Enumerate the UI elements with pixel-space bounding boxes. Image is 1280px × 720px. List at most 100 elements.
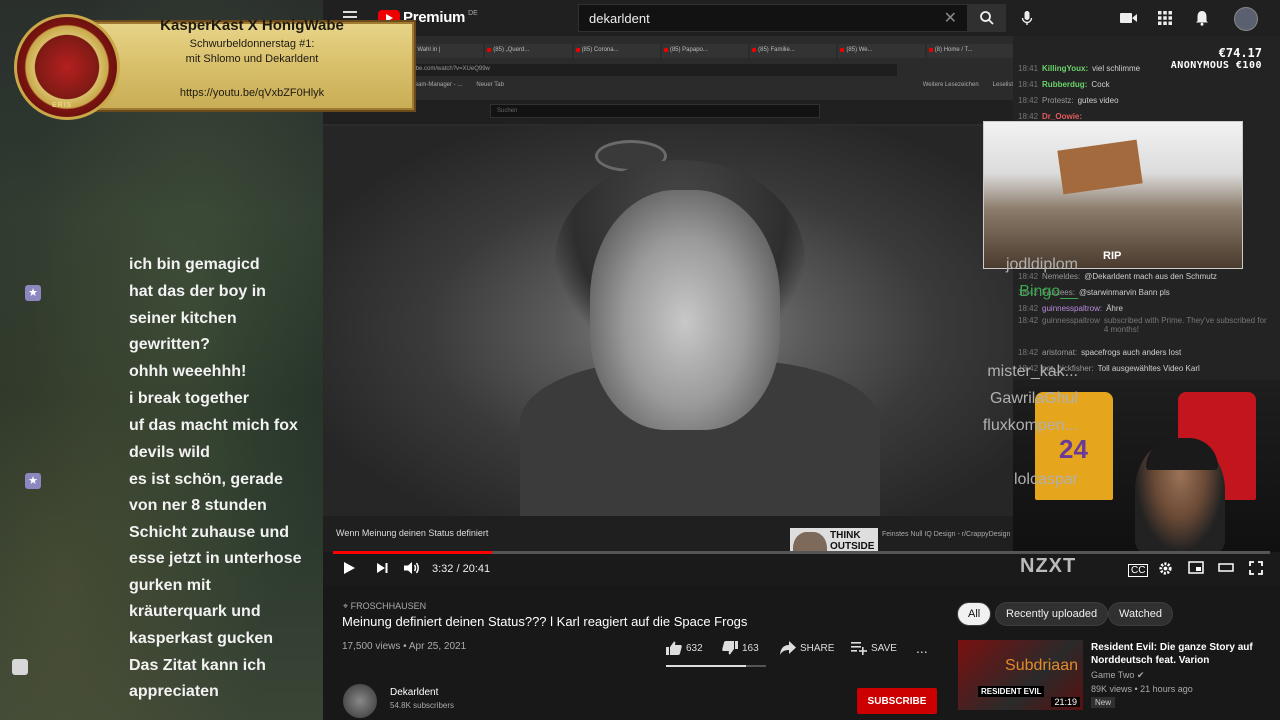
recommended-video-thumbnail[interactable]: RESIDENT EVIL 21:19: [958, 640, 1083, 710]
chat-message-line: devils wild: [129, 443, 210, 461]
banner-title: KasperKast X HonigWabe: [160, 17, 344, 34]
dislike-count: 163: [742, 642, 759, 654]
banner-url: https://youtu.be/qVxbZF0Hlyk: [179, 87, 325, 99]
video-duration: 21:19: [1051, 697, 1080, 707]
chat-message-line: hat das der boy in: [129, 283, 266, 300]
browser-tab[interactable]: (85) We...: [838, 44, 925, 58]
chat-message-line: Schicht zuhause und: [129, 523, 290, 541]
browser-tab-bar: (85) Wahl in | (85) „Querd... (85) Coron…: [397, 44, 1013, 58]
microphone-icon[interactable]: [1018, 9, 1036, 27]
add-to-playlist-icon: [851, 642, 867, 655]
nzxt-watermark: NZXT: [1020, 555, 1077, 577]
browser-url-bar[interactable]: youtube.com/watch?v=XUeQ99w: [397, 64, 897, 76]
bookmark-item[interactable]: Weitere Lesezeichen: [923, 82, 979, 94]
chat-text: subscribed with Prime. They've subscribe…: [1103, 316, 1267, 334]
chat-username: Bingo__: [1019, 283, 1078, 300]
chat-username: Subdriaan: [1005, 656, 1078, 674]
chat-time: 18:42: [1018, 316, 1039, 325]
miniplayer-icon[interactable]: [1188, 561, 1204, 577]
chat-text: Cock: [1091, 79, 1110, 89]
save-button[interactable]: SAVE: [851, 641, 897, 655]
video-scene-person-face: [590, 190, 780, 430]
donation-amount: €74.17: [1218, 46, 1262, 60]
search-value: dekarldent: [589, 11, 650, 26]
notifications-bell-icon[interactable]: [1193, 9, 1211, 27]
chat-message-line: Das Zitat kann ich: [129, 656, 266, 674]
jersey-number: 24: [1059, 434, 1088, 464]
account-avatar[interactable]: [1234, 7, 1258, 31]
browser-tab[interactable]: (85) Papapo...: [661, 44, 749, 58]
chat-message-line: ich bin gemagicd: [129, 256, 260, 273]
browser-tab[interactable]: (85) Corona...: [573, 44, 660, 58]
bookmark-item[interactable]: Neuer Tab: [476, 82, 504, 94]
dislike-button[interactable]: 163: [722, 641, 759, 655]
search-button[interactable]: [968, 4, 1006, 32]
chat-message-line: i break together: [129, 390, 250, 407]
more-actions-icon[interactable]: ...: [916, 640, 928, 656]
embedded-search-input[interactable]: Suchen: [490, 104, 820, 118]
chat-message: 18:42 aristomat: spacefrogs auch anders lo…: [1018, 344, 1273, 360]
like-ratio-fill: [666, 665, 746, 667]
next-video-icon[interactable]: [375, 561, 389, 578]
chat-username: mister_kak...: [987, 363, 1078, 380]
browser-tab[interactable]: (8) Home / T...: [926, 44, 1013, 58]
theater-mode-icon[interactable]: [1218, 561, 1234, 577]
apps-grid-icon[interactable]: [1156, 9, 1174, 27]
chat-time: 18:42: [1018, 95, 1039, 105]
captions-icon[interactable]: CC: [1128, 564, 1149, 577]
like-button[interactable]: 632: [666, 641, 703, 655]
rip-label: RIP: [1103, 250, 1122, 262]
chat-user: Protestz:: [1042, 95, 1074, 105]
play-icon[interactable]: [342, 561, 356, 578]
channel-name[interactable]: Dekarldent: [390, 687, 438, 698]
chat-message-line: ohhh weeehhh!: [129, 363, 247, 380]
chip-watched[interactable]: Watched: [1108, 602, 1174, 626]
chat-user: Rubberdug:: [1042, 79, 1088, 89]
recommended-video-channel[interactable]: Game Two ✔: [1091, 670, 1144, 681]
progress-bar[interactable]: [333, 551, 1270, 554]
channel-avatar[interactable]: [343, 684, 377, 718]
new-badge: New: [1091, 697, 1116, 708]
bookmark-item[interactable]: Leselist: [993, 82, 1013, 94]
share-label: SHARE: [800, 642, 835, 654]
chat-message: 18:42 Protestz: gutes video: [1018, 92, 1273, 108]
banner-subtitle-line: mit Shlomo und Dekarldent: [185, 53, 319, 65]
star-badge-icon: ★: [25, 285, 41, 301]
chat-time: 18:41: [1018, 63, 1039, 73]
share-button[interactable]: SHARE: [780, 641, 834, 655]
chat-message-line: seiner kitchen: [129, 309, 237, 327]
create-video-icon[interactable]: [1120, 9, 1138, 27]
chat-username: jodldiplom: [1005, 256, 1078, 273]
clear-search-icon[interactable]: ✕: [944, 8, 957, 28]
recommended-video-title[interactable]: Resident Evil: Die ganze Story auf Nordd…: [1091, 641, 1261, 667]
youtube-logo-region: DE: [468, 10, 478, 17]
chat-message: 18:42 guinnesspaltrow: Ähre: [1018, 300, 1273, 316]
chat-user: KillingYoux:: [1042, 63, 1089, 73]
volume-icon[interactable]: [403, 561, 421, 578]
chat-username: GawrilaGhul: [989, 390, 1078, 407]
chat-message: 18:41 Rubberdug: Cock: [1018, 76, 1273, 92]
chat-user: guinnesspaltrow:: [1042, 303, 1103, 313]
browser-tab[interactable]: (85) Familie...: [750, 44, 837, 58]
donation-alert: €74.17 ANONYMOUS €100: [1160, 46, 1262, 71]
chat-message-line: es ist schön, gerade: [129, 470, 283, 488]
like-count: 632: [686, 642, 703, 654]
thumbs-down-icon: [722, 641, 738, 655]
chat-text: gutes video: [1077, 95, 1119, 105]
subscribe-button[interactable]: SUBSCRIBE: [857, 688, 937, 714]
browser-tab[interactable]: (85) „Querd...: [485, 44, 572, 58]
fullscreen-icon[interactable]: [1249, 561, 1263, 578]
chat-text: Ähre: [1106, 303, 1123, 313]
settings-gear-icon[interactable]: [1158, 561, 1173, 579]
search-input[interactable]: dekarldent ✕: [578, 4, 968, 32]
time-display: 3:32 / 20:41: [432, 563, 491, 575]
chat-subscription-notice: 18:42 guinnesspaltrow subscribed with Prim…: [1018, 316, 1273, 344]
chat-username: fluxkompen...: [982, 417, 1078, 434]
chip-all[interactable]: All: [957, 602, 992, 626]
chat-message-line: kräuterquark und: [129, 603, 261, 620]
chat-time: 18:42: [1018, 303, 1039, 313]
location-tag[interactable]: ⌖ FROSCHHAUSEN: [343, 601, 426, 612]
chip-recently-uploaded[interactable]: Recently uploaded: [995, 602, 1109, 626]
screen: Premium DE dekarldent ✕ (85) Wahl in | (…: [0, 0, 1280, 720]
channel-subscribers: 54.8K subscribers: [390, 701, 455, 710]
